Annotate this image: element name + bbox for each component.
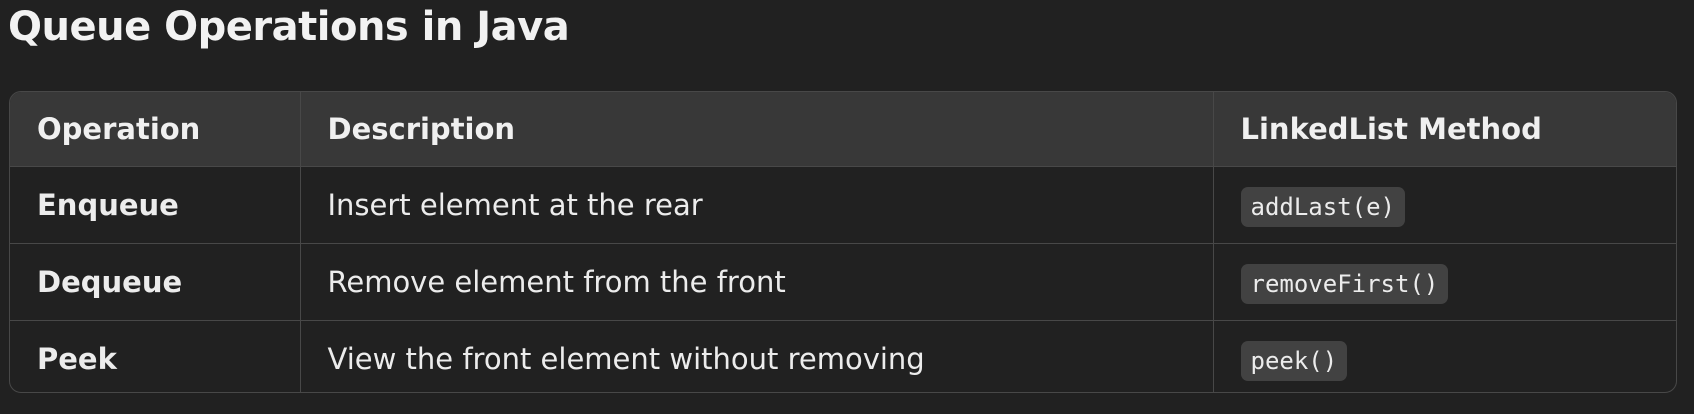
operation-cell: Dequeue	[10, 243, 301, 321]
method-cell: peek()	[1212, 320, 1676, 392]
description-cell: Remove element from the front	[299, 243, 1214, 321]
table-header-row: Operation Description LinkedList Method	[10, 92, 1676, 167]
method-code: peek()	[1240, 341, 1348, 381]
table-row: Dequeue Remove element from the front re…	[10, 243, 1676, 321]
page-title: Queue Operations in Java	[8, 4, 570, 50]
header-method: LinkedList Method	[1212, 92, 1676, 167]
operations-table: Operation Description LinkedList Method …	[9, 91, 1677, 393]
description-cell: View the front element without removing	[299, 320, 1214, 392]
method-cell: removeFirst()	[1212, 243, 1676, 321]
header-operation: Operation	[10, 92, 301, 167]
header-description: Description	[299, 92, 1214, 167]
operation-cell: Enqueue	[10, 166, 301, 244]
description-cell: Insert element at the rear	[299, 166, 1214, 244]
operation-cell: Peek	[10, 320, 301, 392]
table-row: Enqueue Insert element at the rear addLa…	[10, 166, 1676, 244]
table-row: Peek View the front element without remo…	[10, 320, 1676, 392]
method-code: removeFirst()	[1240, 264, 1449, 304]
method-cell: addLast(e)	[1212, 166, 1676, 244]
method-code: addLast(e)	[1240, 187, 1405, 227]
